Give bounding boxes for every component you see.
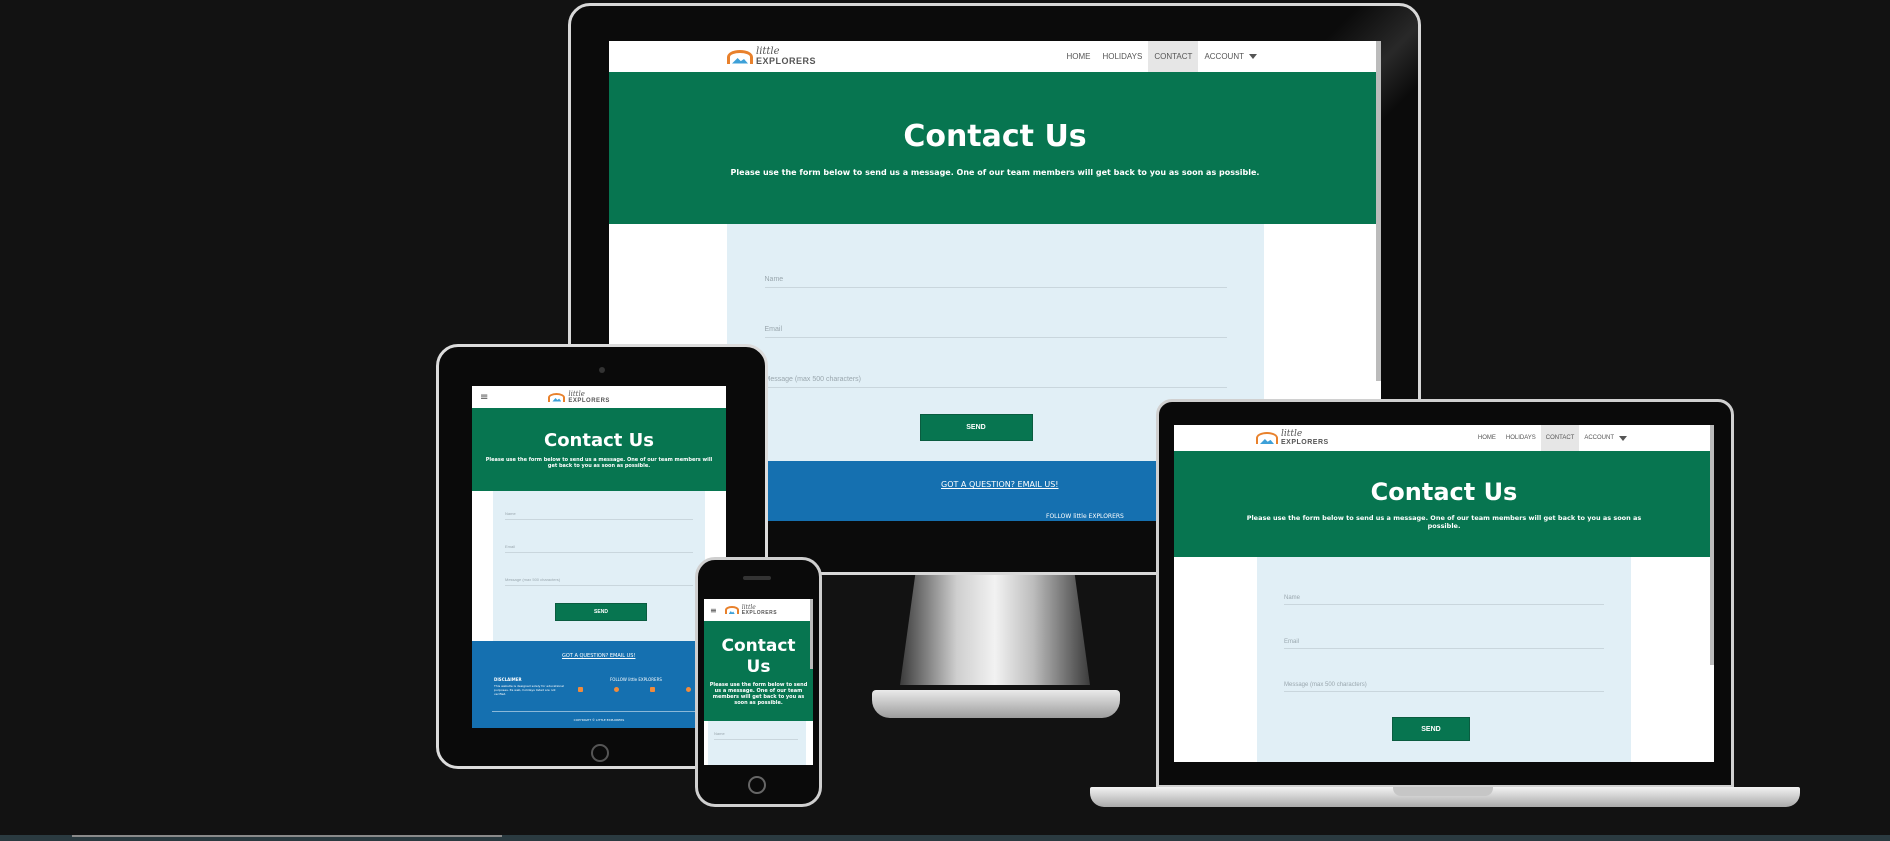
scrollbar[interactable] (1376, 41, 1381, 381)
logo-script: little (1281, 429, 1303, 439)
footer-divider (492, 711, 706, 712)
name-field[interactable]: Name (505, 511, 693, 520)
page-bottom-strip (0, 835, 1890, 841)
facebook-icon[interactable] (614, 687, 619, 692)
nav-contact[interactable]: CONTACT (1540, 425, 1580, 451)
name-field[interactable]: Name (764, 276, 1227, 288)
hero-text: Please use the form below to send us a m… (1246, 514, 1642, 530)
chevron-down-icon (1249, 54, 1257, 59)
monitor-stand (900, 575, 1090, 685)
nav-account-label: ACCOUNT (1584, 435, 1614, 441)
scrollbar[interactable] (1710, 425, 1714, 665)
brand-logo[interactable]: little EXPLORERS (548, 389, 610, 404)
disclaimer-title: DISCLAIMER (494, 677, 522, 682)
navbar: little EXPLORERS HOME HOLIDAYS CONTACT A… (609, 41, 1381, 72)
email-field[interactable]: Email (505, 544, 693, 553)
send-button[interactable]: SEND (1392, 717, 1470, 741)
page-title: Contact Us (543, 430, 654, 451)
copyright: COPYRIGHT © LITTLE EXPLORERS (573, 718, 625, 722)
message-field[interactable]: Message (max 500 characters) (764, 376, 1227, 388)
logo-script: little (568, 389, 585, 398)
phone-screen: ≡ little EXPLORERS Contact Us Please use… (704, 599, 813, 765)
scrollbar[interactable] (810, 599, 813, 669)
nav-account-label: ACCOUNT (1204, 52, 1244, 61)
logo-word: EXPLORERS (741, 609, 778, 616)
logo-word: EXPLORERS (1281, 439, 1329, 446)
navbar: ≡ little EXPLORERS (704, 599, 813, 621)
navbar: ≡ little EXPLORERS (472, 386, 726, 408)
email-field[interactable]: Email (1284, 639, 1604, 649)
contact-form: Name (708, 721, 806, 765)
send-button[interactable]: SEND (919, 414, 1033, 441)
contact-form: Name Email Message (max 500 characters) … (1257, 557, 1631, 762)
follow-label: FOLLOW (610, 677, 627, 682)
hero-banner: Contact Us Please use the form below to … (472, 408, 726, 491)
nav-holidays[interactable]: HOLIDAYS (1501, 425, 1541, 451)
nav-account[interactable]: ACCOUNT (1198, 41, 1263, 72)
page-title: Contact Us (1370, 478, 1518, 506)
follow-line: FOLLOW little EXPLORERS (1046, 513, 1124, 520)
message-field[interactable]: Message (max 500 characters) (505, 577, 693, 586)
follow-line: FOLLOW little EXPLORERS (610, 677, 662, 682)
follow-brand: little EXPLORERS (628, 677, 662, 682)
brand-logo[interactable]: little EXPLORERS (727, 47, 816, 66)
hero-banner: Contact Us Please use the form below to … (609, 72, 1381, 224)
hero-text: Please use the form below to send us a m… (709, 682, 808, 707)
page-title: Contact Us (903, 119, 1087, 154)
logo-word: EXPLORERS (568, 397, 610, 404)
chevron-down-icon (1619, 435, 1627, 441)
speaker-icon (743, 576, 771, 580)
message-field[interactable]: Message (max 500 characters) (1284, 682, 1604, 692)
home-button-icon (591, 744, 609, 762)
instagram-icon[interactable] (650, 687, 655, 692)
email-field[interactable]: Email (764, 326, 1227, 338)
email-link[interactable]: GOT A QUESTION? EMAIL US! (562, 653, 635, 659)
hero-text: Please use the form below to send us a m… (485, 457, 713, 469)
nav-account[interactable]: ACCOUNT (1579, 425, 1632, 451)
brand-logo[interactable]: little EXPLORERS (724, 604, 778, 616)
nav-holidays[interactable]: HOLIDAYS (1096, 41, 1148, 72)
send-button[interactable]: SEND (555, 603, 647, 621)
tablet-screen: ≡ little EXPLORERS Contact Us Please use… (472, 386, 726, 728)
hero-banner: Contact Us Please use the form below to … (704, 621, 813, 721)
logo-word: EXPLORERS (756, 56, 817, 66)
follow-brand: little EXPLORERS (1073, 513, 1124, 520)
nav-home[interactable]: HOME (1473, 425, 1501, 451)
hero-banner: Contact Us Please use the form below to … (1174, 451, 1714, 557)
hero-text: Please use the form below to send us a m… (730, 168, 1260, 177)
navbar: little EXPLORERS HOME HOLIDAYS CONTACT A… (1174, 425, 1714, 451)
contact-form: Name Email Message (max 500 characters) … (493, 491, 705, 641)
hamburger-menu-icon[interactable]: ≡ (480, 392, 488, 403)
disclaimer-text: This website is designed solely for educ… (494, 684, 564, 696)
home-button-icon (748, 776, 766, 794)
brand-logo[interactable]: little EXPLORERS (1256, 430, 1329, 446)
monitor-base (872, 690, 1120, 718)
social-icon[interactable] (578, 687, 583, 692)
name-field[interactable]: Name (1284, 595, 1604, 605)
page-title: Contact Us (721, 635, 796, 677)
nav-home[interactable]: HOME (1060, 41, 1096, 72)
footer: GOT A QUESTION? EMAIL US! DISCLAIMER Thi… (472, 641, 726, 728)
camera-icon (599, 367, 605, 373)
name-field[interactable]: Name (714, 731, 798, 740)
laptop-notch (1393, 787, 1493, 796)
laptop-screen: little EXPLORERS HOME HOLIDAYS CONTACT A… (1174, 425, 1714, 762)
follow-label: FOLLOW (1046, 513, 1072, 520)
hamburger-menu-icon[interactable]: ≡ (710, 606, 717, 615)
email-link[interactable]: GOT A QUESTION? EMAIL US! (941, 480, 1058, 489)
nav-contact[interactable]: CONTACT (1148, 41, 1199, 72)
pinterest-icon[interactable] (686, 687, 691, 692)
